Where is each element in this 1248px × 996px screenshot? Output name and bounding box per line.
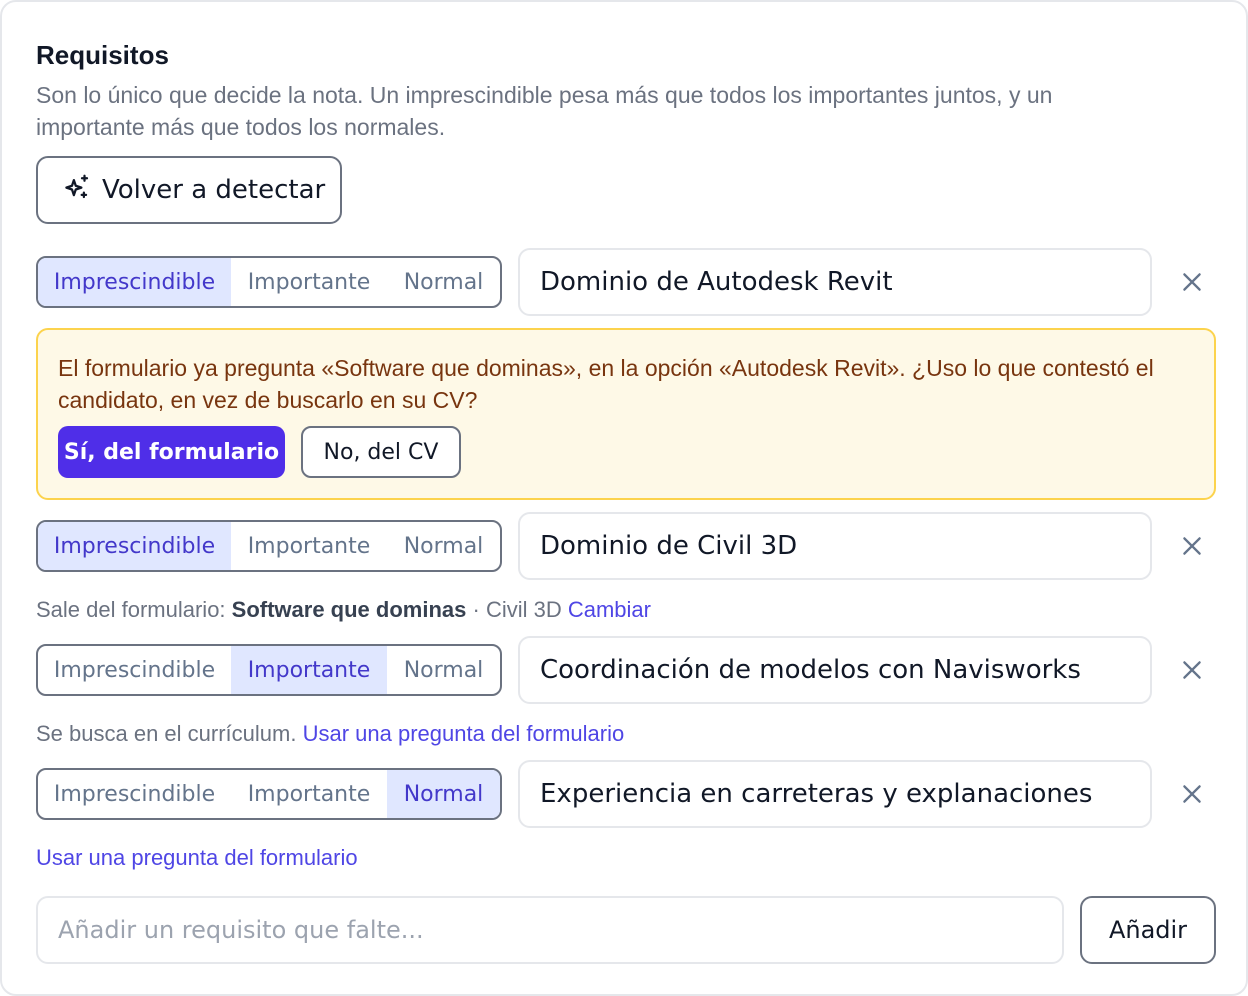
priority-option-normal[interactable]: Normal	[387, 646, 500, 694]
priority-selector: Imprescindible Importante Normal	[36, 644, 502, 696]
priority-option-imprescindible[interactable]: Imprescindible	[38, 522, 231, 570]
remove-requirement-button[interactable]	[1176, 654, 1208, 686]
source-option: Civil 3D	[485, 597, 562, 622]
add-requirement-input[interactable]	[36, 896, 1064, 964]
source-note: Se busca en el currículum. Usar una preg…	[36, 721, 624, 747]
priority-option-importante[interactable]: Importante	[231, 522, 387, 570]
source-note: Sale del formulario: Software que domina…	[36, 597, 651, 623]
priority-option-imprescindible[interactable]: Imprescindible	[38, 646, 231, 694]
source-text: Se busca en el currículum.	[36, 721, 303, 746]
priority-option-importante[interactable]: Importante	[231, 646, 387, 694]
priority-option-normal[interactable]: Normal	[387, 522, 500, 570]
requirement-input[interactable]	[518, 248, 1152, 316]
requirement-input[interactable]	[518, 760, 1152, 828]
source-note: Usar una pregunta del formulario	[36, 845, 358, 871]
requirements-card: Requisitos Son lo único que decide la no…	[0, 0, 1248, 996]
priority-option-normal[interactable]: Normal	[387, 258, 500, 306]
section-title: Requisitos	[36, 40, 169, 70]
close-icon	[1183, 661, 1201, 679]
source-separator: ·	[466, 597, 486, 622]
close-icon	[1183, 785, 1201, 803]
remove-requirement-button[interactable]	[1176, 778, 1208, 810]
use-cv-button[interactable]: No, del CV	[301, 426, 461, 478]
priority-selector: Imprescindible Importante Normal	[36, 768, 502, 820]
close-icon	[1183, 273, 1201, 291]
priority-option-importante[interactable]: Importante	[231, 258, 387, 306]
use-form-question-link[interactable]: Usar una pregunta del formulario	[36, 845, 358, 870]
use-form-answer-button[interactable]: Sí, del formulario	[58, 426, 285, 478]
remove-requirement-button[interactable]	[1176, 530, 1208, 562]
close-icon	[1183, 537, 1201, 555]
priority-option-imprescindible[interactable]: Imprescindible	[38, 258, 231, 306]
priority-option-normal[interactable]: Normal	[387, 770, 500, 818]
add-requirement-button[interactable]: Añadir	[1080, 896, 1216, 964]
redetect-label: Volver a detectar	[102, 175, 326, 205]
source-question: Software que dominas	[231, 597, 467, 622]
suggestion-text: El formulario ya pregunta «Software que …	[58, 355, 1154, 413]
requirement-input[interactable]	[518, 636, 1152, 704]
sparkles-icon	[62, 172, 92, 209]
section-description: Son lo único que decide la nota. Un impr…	[36, 82, 1053, 140]
form-question-suggestion: El formulario ya pregunta «Software que …	[36, 328, 1216, 500]
change-source-link[interactable]: Cambiar	[568, 597, 651, 622]
priority-selector: Imprescindible Importante Normal	[36, 256, 502, 308]
use-form-question-link[interactable]: Usar una pregunta del formulario	[303, 721, 625, 746]
source-prefix: Sale del formulario:	[36, 597, 232, 622]
priority-option-importante[interactable]: Importante	[231, 770, 387, 818]
redetect-button[interactable]: Volver a detectar	[36, 156, 342, 224]
remove-requirement-button[interactable]	[1176, 266, 1208, 298]
requirement-input[interactable]	[518, 512, 1152, 580]
priority-option-imprescindible[interactable]: Imprescindible	[38, 770, 231, 818]
priority-selector: Imprescindible Importante Normal	[36, 520, 502, 572]
